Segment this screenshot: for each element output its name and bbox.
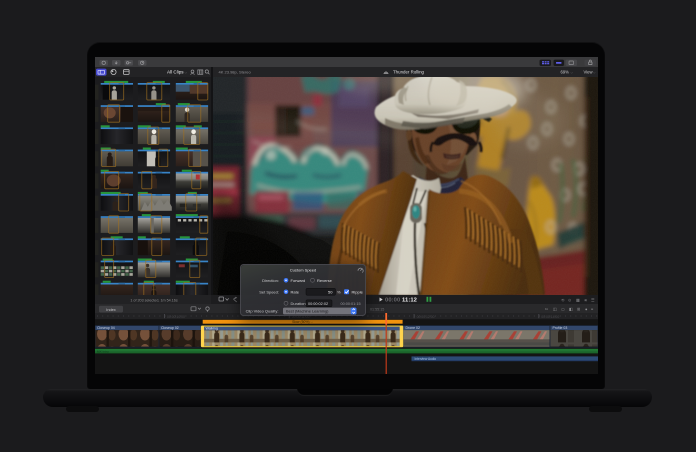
svg-text:⊞: ⊞ (577, 306, 580, 311)
svg-text:▦: ▦ (576, 297, 580, 302)
svg-text:Slow (50%) ⌵: Slow (50%) ⌵ (292, 320, 313, 324)
svg-text:00:00: 00:00 (385, 297, 400, 303)
svg-text:MX Intro: MX Intro (97, 349, 109, 353)
svg-text:☰: ☰ (591, 297, 595, 302)
svg-text:%: % (337, 289, 341, 294)
svg-text:Closeup 02: Closeup 02 (161, 326, 179, 330)
svg-text:Direction:: Direction: (262, 277, 279, 282)
svg-text:01:55:15: 01:55:15 (370, 307, 384, 311)
svg-text:Ripple: Ripple (352, 289, 364, 294)
svg-text:Custom Speed: Custom Speed (290, 267, 316, 272)
svg-text:Forward: Forward (291, 277, 306, 282)
svg-text:00:00:01:15: 00:00:01:15 (341, 301, 361, 305)
svg-text:00:00:12:00: 00:00:12:00 (417, 315, 435, 319)
svg-text:Duration: Duration (291, 300, 306, 305)
svg-text:4K 23.98p, Stereo: 4K 23.98p, Stereo (219, 69, 252, 74)
svg-text:Drone 02: Drone 02 (406, 326, 420, 330)
svg-text:Reverse: Reverse (317, 277, 333, 282)
svg-text:View: View (584, 69, 594, 74)
svg-text:11:12: 11:12 (402, 297, 417, 303)
svg-text:⟲: ⟲ (561, 297, 565, 302)
svg-text:Best (Machine Learning): Best (Machine Learning) (286, 308, 329, 313)
svg-text:50: 50 (328, 289, 333, 294)
svg-text:1 of 203 selected, 1m 54.16s: 1 of 203 selected, 1m 54.16s (130, 298, 178, 302)
svg-text:Clip Video Quality:: Clip Video Quality: (246, 308, 279, 313)
svg-text:Profile 03: Profile 03 (553, 326, 568, 330)
svg-text:Index: Index (106, 306, 116, 311)
svg-text:Closeup 04: Closeup 04 (97, 326, 115, 330)
svg-text:All Clips: All Clips (167, 69, 184, 74)
svg-text:≡: ≡ (591, 306, 594, 311)
svg-text:Thunder Rolling: Thunder Rolling (393, 69, 425, 74)
svg-text:⌵: ⌵ (571, 70, 574, 74)
svg-text:69%: 69% (561, 69, 570, 74)
svg-text:Walking: Walking (206, 326, 218, 330)
svg-text:00:00:14:00: 00:00:14:00 (541, 315, 559, 319)
svg-text:●: ● (585, 306, 588, 311)
svg-text:◧: ◧ (569, 306, 573, 311)
svg-text:00:00:10:00: 00:00:10:00 (167, 315, 185, 319)
svg-text:⌵: ⌵ (593, 70, 596, 74)
svg-text:▭: ▭ (561, 306, 565, 311)
svg-text:✂: ✂ (545, 306, 549, 311)
svg-text:Interview Audio: Interview Audio (415, 357, 437, 361)
svg-text:Set Speed:: Set Speed: (259, 289, 279, 294)
svg-text:⌵: ⌵ (185, 70, 188, 74)
svg-text:⊙: ⊙ (568, 297, 571, 302)
svg-text:≋: ≋ (584, 297, 587, 302)
svg-text:◫: ◫ (553, 306, 557, 311)
svg-text:Rate: Rate (291, 289, 300, 294)
svg-text:00:00:02:02: 00:00:02:02 (308, 301, 328, 305)
